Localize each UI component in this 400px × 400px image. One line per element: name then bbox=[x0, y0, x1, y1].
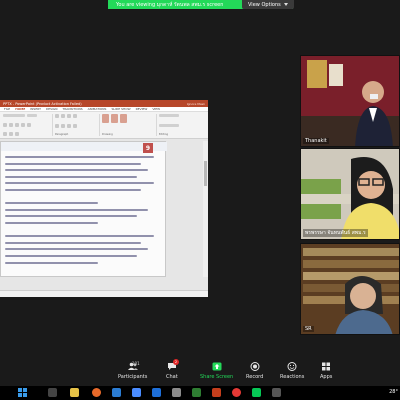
ribbon-group-paragraph: Paragraph bbox=[55, 114, 100, 136]
ppt-tab-home[interactable]: HOME bbox=[15, 107, 25, 111]
chat-label: Chat bbox=[166, 374, 178, 380]
ribbon-label-editing: Editing bbox=[159, 133, 169, 136]
participants-button[interactable]: 101 Participants bbox=[118, 361, 148, 380]
participant-name-3: SR bbox=[303, 326, 314, 332]
chat-button[interactable]: 2 Chat bbox=[166, 359, 179, 380]
ppt-scroll-thumb[interactable] bbox=[204, 161, 207, 186]
ppt-editing-area: 9 bbox=[0, 139, 208, 297]
edge-icon[interactable] bbox=[112, 388, 121, 397]
reactions-label: Reactions bbox=[280, 374, 305, 380]
participant-name-1: Thanakit bbox=[303, 138, 329, 144]
ppt-title: PPTX - PowerPoint (Product Activation Fa… bbox=[3, 101, 82, 106]
share-screen-label: Share Screen bbox=[200, 374, 234, 380]
ribbon-group-drawing: Drawing bbox=[102, 114, 157, 136]
meeting-toolbar: 101 Participants 2 Chat Share Screen Rec… bbox=[0, 358, 400, 386]
zoom-meeting-window: You are viewing มุกดาห์ รัตนพล สพม.ร scr… bbox=[0, 0, 400, 400]
video-tile-sr[interactable]: SR bbox=[300, 243, 400, 335]
participant-name-2: พรพรรษา จันทนพันธ์ สพม.ร bbox=[303, 229, 368, 237]
record-icon bbox=[250, 362, 260, 371]
video-tile-participant-2[interactable]: พรพรรษา จันทนพันธ์ สพม.ร bbox=[300, 148, 400, 240]
file-explorer-icon[interactable] bbox=[70, 388, 79, 397]
excel-icon[interactable] bbox=[192, 388, 201, 397]
ppt-tab-view[interactable]: VIEW bbox=[152, 107, 160, 111]
shapes-icon[interactable] bbox=[102, 114, 109, 123]
ppt-user: Ignore Mask bbox=[186, 101, 205, 106]
apps-icon bbox=[322, 362, 331, 371]
powerpoint-icon[interactable] bbox=[212, 388, 221, 397]
slide-body-text bbox=[5, 156, 160, 268]
record-button[interactable]: Record bbox=[246, 362, 263, 380]
ppt-tab-insert[interactable]: INSERT bbox=[30, 107, 41, 111]
zoom-icon[interactable] bbox=[132, 388, 141, 397]
apps-button[interactable]: Apps bbox=[320, 362, 332, 380]
ribbon-group-editing: Editing bbox=[159, 114, 189, 136]
ribbon-group-font bbox=[3, 114, 53, 136]
chrome-icon[interactable] bbox=[232, 388, 241, 397]
share-screen-button[interactable]: Share Screen bbox=[200, 362, 233, 380]
slide-number-badge: 9 bbox=[143, 143, 153, 153]
settings-icon[interactable] bbox=[172, 388, 181, 397]
ribbon-label-drawing: Drawing bbox=[102, 133, 113, 136]
chat-unread-badge: 2 bbox=[173, 359, 179, 365]
ribbon-label-paragraph: Paragraph bbox=[55, 133, 69, 136]
video-tile-thanakit[interactable]: Thanakit bbox=[300, 55, 400, 147]
share-screen-icon bbox=[212, 362, 222, 371]
word-icon[interactable] bbox=[152, 388, 161, 397]
view-options-button[interactable]: View Options bbox=[242, 0, 294, 9]
ppt-title-bar: PPTX - PowerPoint (Product Activation Fa… bbox=[0, 100, 208, 107]
ppt-tab-file[interactable]: FILE bbox=[4, 107, 10, 111]
windows-start-icon[interactable] bbox=[18, 388, 27, 397]
viewing-banner-text: You are viewing มุกดาห์ รัตนพล สพม.ร scr… bbox=[116, 1, 224, 8]
apps-label: Apps bbox=[320, 374, 333, 380]
ppt-tab-slide-show[interactable]: SLIDE SHOW bbox=[111, 107, 130, 111]
ppt-vertical-scrollbar[interactable] bbox=[203, 141, 208, 277]
firefox-icon[interactable] bbox=[92, 388, 101, 397]
participants-label: Participants bbox=[118, 374, 148, 380]
ppt-tab-review[interactable]: REVIEW bbox=[136, 107, 148, 111]
shared-powerpoint-window: PPTX - PowerPoint (Product Activation Fa… bbox=[0, 100, 208, 297]
participant-video-3 bbox=[301, 244, 399, 334]
participants-count: 101 bbox=[132, 361, 140, 366]
participant-video-1 bbox=[301, 56, 399, 146]
ppt-tab-animations[interactable]: ANIMATIONS bbox=[88, 107, 107, 111]
quick-styles-icon[interactable] bbox=[120, 114, 127, 123]
taskbar-weather: 28° bbox=[389, 389, 398, 395]
participant-video-2 bbox=[301, 149, 399, 239]
ppt-tab-design[interactable]: DESIGN bbox=[46, 107, 58, 111]
line-icon[interactable] bbox=[252, 388, 261, 397]
reactions-button[interactable]: Reactions bbox=[280, 362, 304, 380]
search-icon[interactable] bbox=[48, 388, 57, 397]
windows-taskbar: 28° bbox=[0, 386, 400, 400]
chevron-down-icon bbox=[283, 3, 288, 6]
ppt-status-bar bbox=[0, 290, 208, 297]
ppt-ribbon: Paragraph Drawing Editing bbox=[0, 112, 208, 139]
arrange-icon[interactable] bbox=[111, 114, 118, 123]
record-label: Record bbox=[246, 374, 264, 380]
ppt-tab-transitions[interactable]: TRANSITIONS bbox=[63, 107, 83, 111]
reactions-icon bbox=[287, 362, 297, 371]
app-icon[interactable] bbox=[272, 388, 281, 397]
view-options-label: View Options bbox=[248, 1, 281, 8]
slide-canvas[interactable]: 9 bbox=[0, 141, 167, 277]
